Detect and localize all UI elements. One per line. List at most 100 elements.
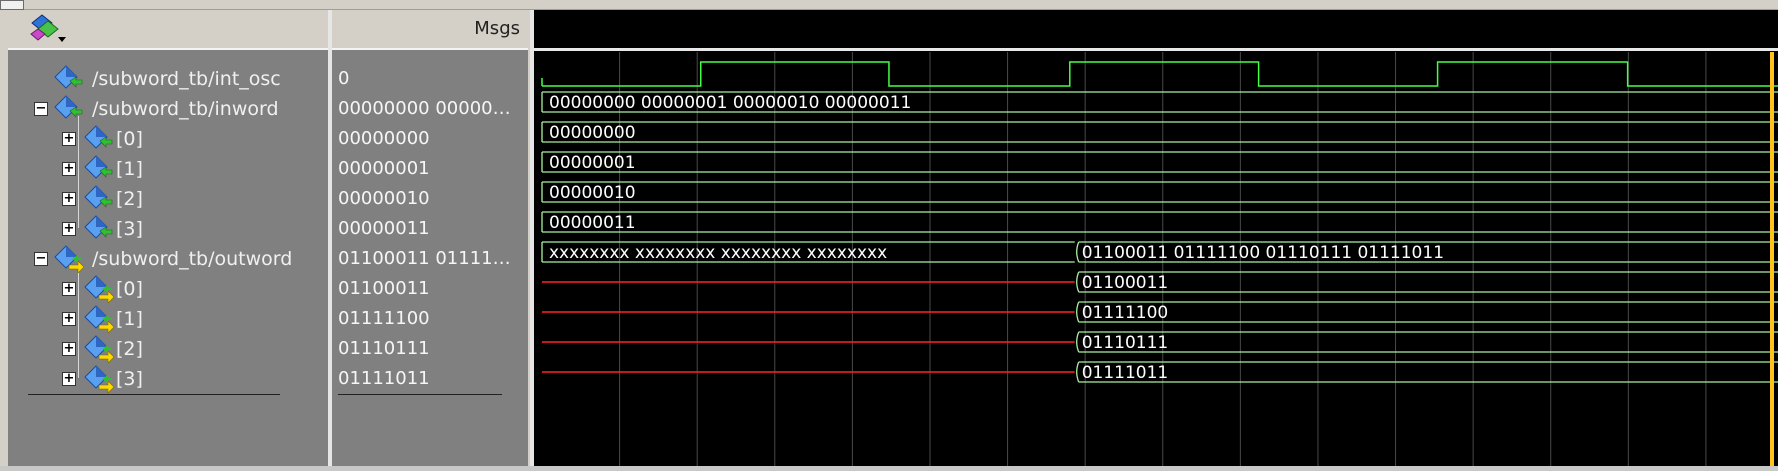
- signal-row[interactable]: − /subword_tb/outword: [22, 242, 328, 276]
- bus-value-label: 01100011 01111100 01110111 01111011: [1082, 243, 1444, 263]
- bus-segment: [1076, 331, 1778, 353]
- signal-row[interactable]: + [3]: [22, 362, 328, 396]
- expand-toggle[interactable]: +: [62, 222, 76, 236]
- clock-trace: [542, 61, 1778, 87]
- expand-toggle[interactable]: +: [62, 192, 76, 206]
- signal-name: /subword_tb/int_osc: [92, 68, 281, 90]
- signal-value-row[interactable]: 01111011: [332, 362, 528, 396]
- input-signal-icon: [84, 215, 113, 239]
- signal-name: [1]: [116, 308, 143, 330]
- waveform-window: /subword_tb/int_osc − /subword_tb/inword + […: [0, 0, 1778, 466]
- bus-value-label: 01110111: [1082, 333, 1169, 353]
- signal-value: 01110111: [338, 338, 430, 359]
- signal-value-row[interactable]: 01110111: [332, 332, 528, 366]
- signal-row[interactable]: + [1]: [22, 302, 328, 336]
- waveform-area[interactable]: 00000000 00000001 00000010 00000011 00000…: [534, 52, 1778, 466]
- waveform-trace[interactable]: 00000000 00000001 00000010 00000011: [541, 91, 1778, 113]
- bus-value-label: 00000010: [549, 183, 636, 203]
- signal-row[interactable]: − /subword_tb/inword: [22, 92, 328, 126]
- waveform-trace[interactable]: 01110111: [542, 331, 1778, 353]
- bus-segment: [541, 211, 1778, 233]
- bus-value-label: 00000000 00000001 00000010 00000011: [549, 93, 911, 113]
- waveform-trace[interactable]: 01111011: [542, 361, 1778, 383]
- signal-name-list: /subword_tb/int_osc − /subword_tb/inword + […: [22, 58, 328, 466]
- waveform-trace[interactable]: xxxxxxxx xxxxxxxx xxxxxxxx xxxxxxxx 01100…: [541, 241, 1778, 263]
- signal-row[interactable]: + [3]: [22, 212, 328, 246]
- waveform-trace[interactable]: [541, 61, 1778, 87]
- signal-value: 01100011 01111…: [338, 248, 511, 269]
- signal-value-row[interactable]: 01100011: [332, 272, 528, 306]
- insertion-marker-line: [28, 394, 280, 395]
- waveform-trace[interactable]: 01100011: [542, 271, 1778, 293]
- signal-row[interactable]: + [0]: [22, 122, 328, 156]
- bus-segment: [1076, 271, 1778, 293]
- signal-value-row[interactable]: 01100011 01111…: [332, 242, 528, 276]
- signal-value-row[interactable]: 00000000: [332, 122, 528, 156]
- signal-value: 01100011: [338, 278, 430, 299]
- signal-name: [0]: [116, 278, 143, 300]
- signal-value-row[interactable]: 00000011: [332, 212, 528, 246]
- time-cursor[interactable]: [1770, 52, 1774, 466]
- signal-name: [3]: [116, 218, 143, 240]
- signal-value: 01111100: [338, 308, 430, 329]
- waveform-header: [534, 10, 1778, 51]
- signal-row[interactable]: + [1]: [22, 152, 328, 186]
- expand-toggle[interactable]: +: [62, 282, 76, 296]
- waveform-trace[interactable]: 00000000: [541, 121, 1778, 143]
- signal-value: 00000001: [338, 158, 430, 179]
- expand-toggle[interactable]: +: [62, 132, 76, 146]
- bus-value-label: 01111011: [1082, 363, 1169, 383]
- bus-value-label: 01100011: [1082, 273, 1169, 293]
- signal-name: [2]: [116, 188, 143, 210]
- waveform-trace[interactable]: 00000010: [541, 181, 1778, 203]
- signal-name: [0]: [116, 128, 143, 150]
- wave-display-icon[interactable]: [28, 13, 68, 45]
- bus-segment: [1076, 361, 1778, 383]
- bus-segment: [541, 121, 1778, 143]
- signal-value-row[interactable]: 00000001: [332, 152, 528, 186]
- collapse-toggle[interactable]: −: [34, 102, 48, 116]
- names-header: [8, 10, 328, 50]
- expand-toggle[interactable]: +: [62, 162, 76, 176]
- value-marker-line: [338, 394, 502, 395]
- signal-value-row[interactable]: 00000010: [332, 182, 528, 216]
- bus-value-label: 00000011: [549, 213, 636, 233]
- signal-value: 0: [338, 68, 350, 89]
- output-signal-icon: [84, 335, 114, 363]
- signal-value-list: 0 00000000 00000… 00000000 00000001 00000010…: [332, 58, 528, 466]
- signal-row[interactable]: + [2]: [22, 182, 328, 216]
- input-signal-icon: [84, 185, 113, 209]
- signal-value-row[interactable]: 01111100: [332, 302, 528, 336]
- signal-names-pane: /subword_tb/int_osc − /subword_tb/inword + […: [8, 10, 328, 466]
- output-signal-icon: [84, 305, 114, 333]
- signal-row[interactable]: + [0]: [22, 272, 328, 306]
- signal-name: /subword_tb/outword: [92, 248, 293, 270]
- expand-toggle[interactable]: +: [62, 342, 76, 356]
- bus-value-label: 01111100: [1082, 303, 1169, 323]
- signal-value-row[interactable]: 00000000 00000…: [332, 92, 528, 126]
- waveform-trace[interactable]: 00000011: [541, 211, 1778, 233]
- signal-value: 00000010: [338, 188, 430, 209]
- signal-value-row[interactable]: 0: [332, 62, 528, 96]
- signal-name: [3]: [116, 368, 143, 390]
- expand-toggle[interactable]: +: [62, 312, 76, 326]
- window-corner-box[interactable]: [0, 0, 24, 10]
- values-column-label: Msgs: [474, 18, 520, 39]
- signal-value: 01111011: [338, 368, 430, 389]
- signal-name: [2]: [116, 338, 143, 360]
- output-signal-icon: [84, 365, 114, 393]
- signal-row[interactable]: /subword_tb/int_osc: [22, 62, 328, 96]
- signal-value: 00000011: [338, 218, 430, 239]
- waveform-trace[interactable]: 01111100: [542, 301, 1778, 323]
- input-signal-icon: [84, 125, 113, 149]
- expand-toggle[interactable]: +: [62, 372, 76, 386]
- signal-value: 00000000: [338, 128, 430, 149]
- waveform-trace[interactable]: 00000001: [541, 151, 1778, 173]
- waveform-canvas[interactable]: 00000000 00000001 00000010 00000011 00000…: [534, 52, 1778, 466]
- signal-row[interactable]: + [2]: [22, 332, 328, 366]
- output-signal-icon: [84, 275, 114, 303]
- signal-name: /subword_tb/inword: [92, 98, 279, 120]
- bus-segment: [541, 181, 1778, 203]
- collapse-toggle[interactable]: −: [34, 252, 48, 266]
- dropdown-arrow-icon: [58, 37, 66, 42]
